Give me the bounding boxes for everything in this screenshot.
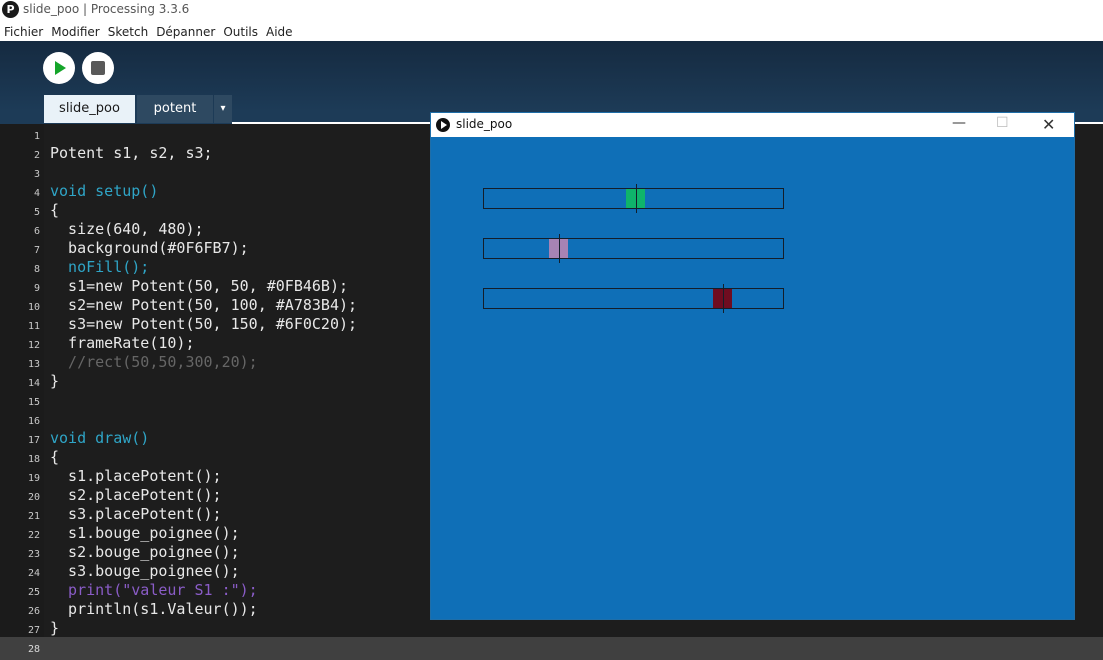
close-button[interactable]: ✕ <box>1042 115 1055 134</box>
line-number: 5 <box>33 207 40 218</box>
window-title: slide_poo | Processing 3.3.6 <box>23 2 190 16</box>
line-number: 13 <box>27 359 40 370</box>
code-line: noFill(); <box>50 258 150 276</box>
line-number: 23 <box>27 549 40 560</box>
line-number: 26 <box>27 606 40 617</box>
code-line: s2.placePotent(); <box>50 486 222 504</box>
sketch-play-glyph <box>441 121 447 129</box>
code-line: println(s1.Valeur()); <box>50 600 258 618</box>
sketch-window[interactable]: slide_poo — ☐ ✕ <box>430 112 1075 620</box>
menu-sketch[interactable]: Sketch <box>104 22 152 39</box>
line-number: 19 <box>27 473 40 484</box>
line-number: 3 <box>33 169 40 180</box>
line-number: 14 <box>27 378 40 389</box>
menu-outils[interactable]: Outils <box>219 22 262 39</box>
window-titlebar: P slide_poo | Processing 3.3.6 <box>0 0 1103 20</box>
line-number: 10 <box>27 302 40 313</box>
menu-modifier[interactable]: Modifier <box>47 22 104 39</box>
line-number: 25 <box>27 587 40 598</box>
maximize-button[interactable]: ☐ <box>996 115 1009 131</box>
line-number: 9 <box>33 283 40 294</box>
line-number: 18 <box>27 454 40 465</box>
slider-cursor-s1 <box>636 184 637 213</box>
line-number: 21 <box>27 511 40 522</box>
menu-bar: Fichier Modifier Sketch Dépanner Outils Aide <box>0 21 1103 40</box>
code-comment-line: //rect(50,50,300,20); <box>50 353 258 371</box>
play-icon <box>55 61 66 75</box>
line-number: 28 <box>27 644 40 655</box>
line-number: 12 <box>27 340 40 351</box>
run-button[interactable] <box>43 52 75 84</box>
line-number: 24 <box>27 568 40 579</box>
code-line: void draw() <box>50 429 150 447</box>
current-line-highlight <box>0 637 1103 660</box>
code-line: s3=new Potent(50, 150, #6F0C20); <box>50 315 358 333</box>
code-line: s3.placePotent(); <box>50 505 222 523</box>
code-line: } <box>50 619 60 637</box>
sketch-title: slide_poo <box>456 117 513 131</box>
line-number: 7 <box>33 245 40 256</box>
slider-cursor-s2 <box>559 234 560 263</box>
code-line: print("valeur S1 :"); <box>50 581 258 599</box>
menu-aide[interactable]: Aide <box>262 22 297 39</box>
line-number: 4 <box>33 188 40 199</box>
code-line: { <box>50 448 60 466</box>
slider-s2[interactable] <box>483 234 784 263</box>
minimize-button[interactable]: — <box>952 115 966 131</box>
processing-app-icon: P <box>2 1 19 18</box>
menu-depanner[interactable]: Dépanner <box>152 22 219 39</box>
code-line: s2.bouge_poignee(); <box>50 543 240 561</box>
tab-slide-poo[interactable]: slide_poo <box>44 95 135 123</box>
code-line: size(640, 480); <box>50 220 204 238</box>
menu-fichier[interactable]: Fichier <box>0 22 47 39</box>
line-number: 17 <box>27 435 40 446</box>
line-number: 8 <box>33 264 40 275</box>
code-line: s2=new Potent(50, 100, #A783B4); <box>50 296 358 314</box>
code-line: { <box>50 201 60 219</box>
code-line: s1=new Potent(50, 50, #0FB46B); <box>50 277 349 295</box>
code-line: frameRate(10); <box>50 334 195 352</box>
line-number: 1 <box>33 131 40 142</box>
line-number: 20 <box>27 492 40 503</box>
stop-icon <box>91 61 105 75</box>
tab-potent[interactable]: potent <box>137 95 213 123</box>
sketch-run-icon <box>436 118 450 132</box>
slider-s1[interactable] <box>483 184 784 213</box>
code-line: background(#0F6FB7); <box>50 239 249 257</box>
code-line: s1.bouge_poignee(); <box>50 524 240 542</box>
line-number: 27 <box>27 625 40 636</box>
code-line: void setup() <box>50 182 159 200</box>
line-number: 2 <box>33 150 40 161</box>
tab-menu-button[interactable]: ▾ <box>214 95 232 123</box>
slider-s3[interactable] <box>483 284 784 313</box>
sketch-titlebar[interactable]: slide_poo — ☐ ✕ <box>431 113 1074 137</box>
code-line: s1.placePotent(); <box>50 467 222 485</box>
slider-cursor-s3 <box>723 284 724 313</box>
line-number: 11 <box>27 321 40 332</box>
code-line: } <box>50 372 60 390</box>
code-line: Potent s1, s2, s3; <box>50 144 213 162</box>
line-number: 16 <box>27 416 40 427</box>
line-number: 6 <box>33 226 40 237</box>
line-number: 15 <box>27 397 40 408</box>
line-number: 22 <box>27 530 40 541</box>
code-line: s3.bouge_poignee(); <box>50 562 240 580</box>
stop-button[interactable] <box>82 52 114 84</box>
